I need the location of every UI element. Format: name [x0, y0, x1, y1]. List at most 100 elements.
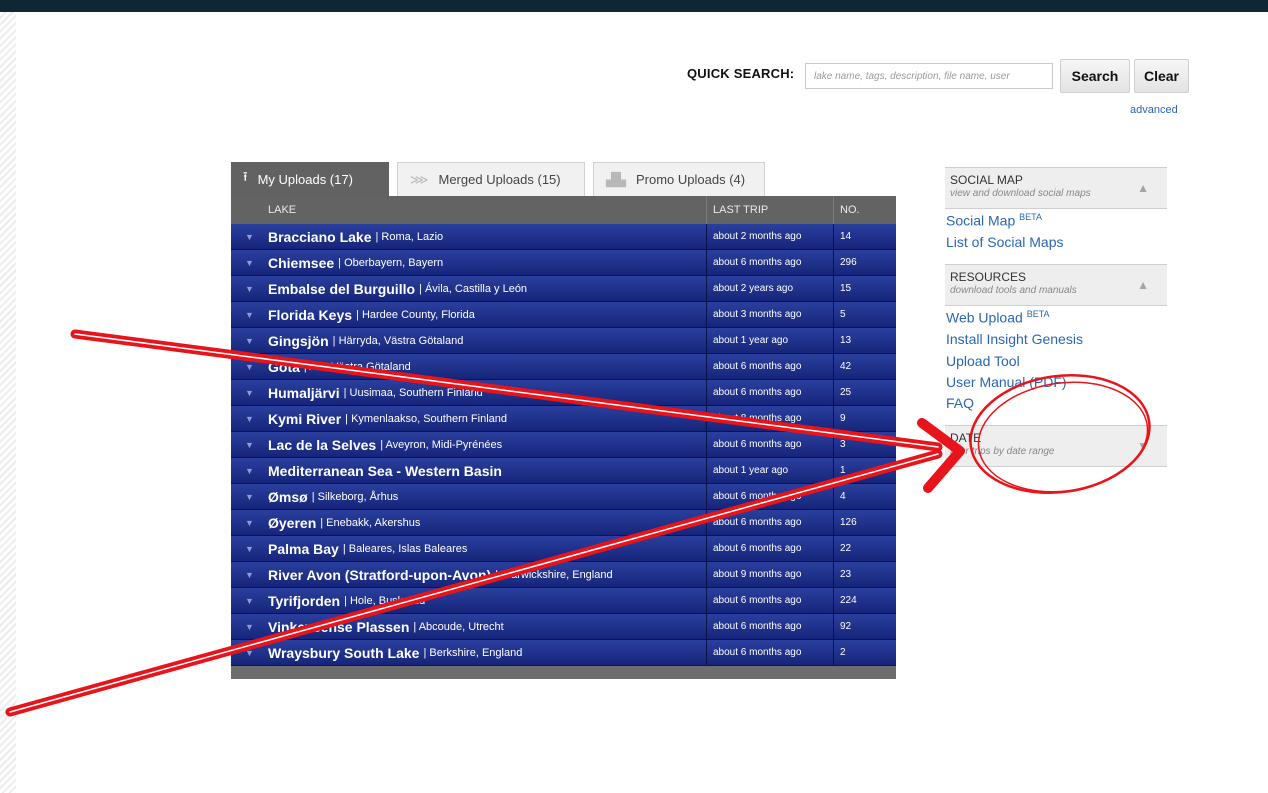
lake-name[interactable]: Kymi River	[268, 411, 341, 427]
expand-row-icon[interactable]: ▼	[231, 544, 268, 554]
expand-row-icon[interactable]: ▼	[231, 284, 268, 294]
count-cell: 3	[833, 432, 896, 457]
lake-name[interactable]: Wraysbury South Lake	[268, 645, 419, 661]
expand-row-icon[interactable]: ▼	[231, 388, 268, 398]
column-header-no[interactable]: NO.	[833, 196, 896, 224]
column-header-last-trip[interactable]: LAST TRIP	[706, 196, 833, 224]
expand-row-icon[interactable]: ▼	[231, 648, 268, 658]
table-row[interactable]: ▼ Tyrifjorden | Hole, Buskerud about 6 mont…	[231, 588, 896, 614]
column-header-lake[interactable]: LAKE	[231, 196, 706, 224]
last-trip-cell: about 6 months ago	[706, 432, 833, 457]
lake-name[interactable]: Florida Keys	[268, 307, 352, 323]
lake-cell[interactable]: ▼ Gingsjön | Härryda, Västra Götaland	[231, 328, 706, 353]
social-map-link[interactable]: Social Map BETA	[946, 212, 1042, 229]
lake-name[interactable]: Bracciano Lake	[268, 229, 372, 245]
table-row[interactable]: ▼ Øyeren | Enebakk, Akershus about 6 months…	[231, 510, 896, 536]
web-upload-link[interactable]: Web Upload BETA	[946, 309, 1050, 326]
lake-name[interactable]: Tyrifjorden	[268, 593, 340, 609]
table-row[interactable]: ▼ Embalse del Burguillo | Ávila, Castilla …	[231, 276, 896, 302]
table-row[interactable]: ▼ Bracciano Lake | Roma, Lazio about 2 mont…	[231, 224, 896, 250]
expand-row-icon[interactable]: ▼	[231, 518, 268, 528]
table-row[interactable]: ▼ Wraysbury South Lake | Berkshire, Englan…	[231, 640, 896, 666]
upload-tool-link[interactable]: Upload Tool	[946, 353, 1020, 369]
lake-name[interactable]: Chiemsee	[268, 255, 334, 271]
lake-region: | Aveyron, Midi-Pyrénées	[380, 438, 503, 451]
table-row[interactable]: ▼ Ømsø | Silkeborg, Århus about 6 months ag…	[231, 484, 896, 510]
lake-name[interactable]: Göta	[268, 359, 300, 375]
lake-name[interactable]: Vinkeveense Plassen	[268, 619, 409, 635]
lake-cell[interactable]: ▼ Tyrifjorden | Hole, Buskerud	[231, 588, 706, 613]
table-row[interactable]: ▼ Mediterranean Sea - Western Basin about …	[231, 458, 896, 484]
collapse-up-icon[interactable]: ▲	[1137, 181, 1149, 195]
lake-cell[interactable]: ▼ Embalse del Burguillo | Ávila, Castilla …	[231, 276, 706, 301]
table-row[interactable]: ▼ Florida Keys | Hardee County, Florida abo…	[231, 302, 896, 328]
expand-row-icon[interactable]: ▼	[231, 570, 268, 580]
lake-cell[interactable]: ▼ Florida Keys | Hardee County, Florida	[231, 302, 706, 327]
lake-cell[interactable]: ▼ Göta | Ale, Västra Götaland	[231, 354, 706, 379]
expand-down-icon[interactable]: ▼	[1137, 439, 1149, 453]
expand-row-icon[interactable]: ▼	[231, 440, 268, 450]
table-row[interactable]: ▼ Göta | Ale, Västra Götaland about 6 month…	[231, 354, 896, 380]
tab-my-uploads[interactable]: ⭱ My Uploads (17)	[231, 162, 389, 196]
faq-link[interactable]: FAQ	[946, 395, 974, 411]
lake-name[interactable]: Palma Bay	[268, 541, 339, 557]
lake-cell[interactable]: ▼ Wraysbury South Lake | Berkshire, Englan…	[231, 640, 706, 665]
expand-row-icon[interactable]: ▼	[231, 336, 268, 346]
table-row[interactable]: ▼ Kymi River | Kymenlaakso, Southern Finla…	[231, 406, 896, 432]
resources-panel-header[interactable]: RESOURCES download tools and manuals ▲	[945, 264, 1167, 306]
date-panel-header[interactable]: DATE filter trips by date range ▼	[945, 425, 1167, 467]
table-row[interactable]: ▼ Lac de la Selves | Aveyron, Midi-Pyrénée…	[231, 432, 896, 458]
expand-row-icon[interactable]: ▼	[231, 492, 268, 502]
lake-cell[interactable]: ▼ Mediterranean Sea - Western Basin	[231, 458, 706, 483]
clear-button[interactable]: Clear	[1134, 59, 1189, 93]
tab-label: Promo Uploads (4)	[636, 172, 746, 187]
lake-name[interactable]: Øyeren	[268, 515, 316, 531]
expand-row-icon[interactable]: ▼	[231, 362, 268, 372]
lake-name[interactable]: Embalse del Burguillo	[268, 281, 415, 297]
lake-cell[interactable]: ▼ River Avon (Stratford-upon-Avon) | Warwi…	[231, 562, 706, 587]
count-cell: 25	[833, 380, 896, 405]
last-trip-cell: about 6 months ago	[706, 640, 833, 665]
collapse-up-icon[interactable]: ▲	[1137, 278, 1149, 292]
lake-cell[interactable]: ▼ Bracciano Lake | Roma, Lazio	[231, 224, 706, 249]
expand-row-icon[interactable]: ▼	[231, 232, 268, 242]
table-row[interactable]: ▼ Gingsjön | Härryda, Västra Götaland about…	[231, 328, 896, 354]
user-manual-link[interactable]: User Manual (PDF)	[946, 374, 1067, 390]
lake-cell[interactable]: ▼ Palma Bay | Baleares, Islas Baleares	[231, 536, 706, 561]
lake-name[interactable]: Mediterranean Sea - Western Basin	[268, 463, 502, 479]
lake-name[interactable]: River Avon (Stratford-upon-Avon)	[268, 567, 491, 583]
lake-region: | Silkeborg, Århus	[311, 490, 399, 503]
list-of-social-maps-link[interactable]: List of Social Maps	[946, 234, 1064, 250]
table-row[interactable]: ▼ Chiemsee | Oberbayern, Bayern about 6 mon…	[231, 250, 896, 276]
lake-name[interactable]: Lac de la Selves	[268, 437, 376, 453]
lake-cell[interactable]: ▼ Humaljärvi | Uusimaa, Southern Finland	[231, 380, 706, 405]
lake-cell[interactable]: ▼ Lac de la Selves | Aveyron, Midi-Pyrénée…	[231, 432, 706, 457]
table-row[interactable]: ▼ River Avon (Stratford-upon-Avon) | Warwi…	[231, 562, 896, 588]
expand-row-icon[interactable]: ▼	[231, 622, 268, 632]
social-map-panel-header[interactable]: SOCIAL MAP view and download social maps…	[945, 167, 1167, 209]
install-insight-genesis-link[interactable]: Install Insight Genesis	[946, 331, 1083, 347]
panel-title: DATE	[950, 431, 982, 445]
expand-row-icon[interactable]: ▼	[231, 258, 268, 268]
lake-cell[interactable]: ▼ Chiemsee | Oberbayern, Bayern	[231, 250, 706, 275]
lake-cell[interactable]: ▼ Ømsø | Silkeborg, Århus	[231, 484, 706, 509]
lake-cell[interactable]: ▼ Vinkeveense Plassen | Abcoude, Utrecht	[231, 614, 706, 639]
expand-row-icon[interactable]: ▼	[231, 466, 268, 476]
table-row[interactable]: ▼ Humaljärvi | Uusimaa, Southern Finland ab…	[231, 380, 896, 406]
advanced-search-link[interactable]: advanced	[1130, 104, 1178, 116]
expand-row-icon[interactable]: ▼	[231, 414, 268, 424]
lake-name[interactable]: Ømsø	[268, 489, 308, 505]
lake-cell[interactable]: ▼ Øyeren | Enebakk, Akershus	[231, 510, 706, 535]
lake-cell[interactable]: ▼ Kymi River | Kymenlaakso, Southern Finla…	[231, 406, 706, 431]
tab-merged-uploads[interactable]: ⋙ Merged Uploads (15)	[397, 162, 585, 196]
tab-promo-uploads[interactable]: ▟▙ Promo Uploads (4)	[593, 162, 765, 196]
table-row[interactable]: ▼ Palma Bay | Baleares, Islas Baleares abou…	[231, 536, 896, 562]
quick-search-input[interactable]	[805, 63, 1053, 89]
table-row[interactable]: ▼ Vinkeveense Plassen | Abcoude, Utrecht ab…	[231, 614, 896, 640]
lake-name[interactable]: Gingsjön	[268, 333, 329, 349]
panel-subtitle: download tools and manuals	[950, 285, 1077, 296]
lake-name[interactable]: Humaljärvi	[268, 385, 340, 401]
expand-row-icon[interactable]: ▼	[231, 596, 268, 606]
expand-row-icon[interactable]: ▼	[231, 310, 268, 320]
search-button[interactable]: Search	[1060, 59, 1130, 93]
